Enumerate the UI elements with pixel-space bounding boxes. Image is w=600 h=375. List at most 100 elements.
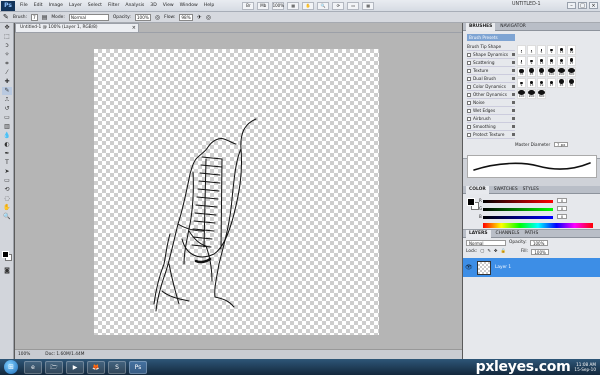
brush-tip-cell[interactable]: 9	[527, 56, 536, 66]
lock-all-icon[interactable]: 🔒	[501, 249, 506, 254]
clone-stamp-tool-icon[interactable]: ⎍	[2, 96, 12, 104]
brush-tip-cell[interactable]: 27	[567, 56, 576, 66]
3d-orbit-tool-icon[interactable]: ◌	[2, 195, 12, 203]
brush-tip-cell[interactable]: 65	[567, 78, 576, 88]
menu-3d[interactable]: 3D	[147, 0, 159, 12]
menu-filter[interactable]: Filter	[105, 0, 122, 12]
tab-brushes[interactable]: BRUSHES	[466, 22, 496, 31]
brush-tip-cell[interactable]: 65	[537, 67, 546, 77]
zoom-level-icon[interactable]: 100%	[272, 1, 285, 10]
pen-tool-icon[interactable]: ✒	[2, 150, 12, 158]
brush-tip-cell[interactable]: 35	[517, 67, 526, 77]
brush-tip-cell[interactable]: 3	[527, 45, 536, 55]
brush-tip-cell[interactable]: 13	[527, 78, 536, 88]
checkbox[interactable]	[467, 60, 471, 65]
blue-slider[interactable]	[483, 216, 553, 219]
flow-field[interactable]: 98%	[179, 13, 193, 21]
brush-tip-cell[interactable]: 300	[537, 89, 546, 99]
master-diameter-field[interactable]: 7 px	[554, 142, 569, 147]
brush-panel-toggle-icon[interactable]: ▤	[42, 14, 48, 21]
close-icon[interactable]: ×	[132, 24, 136, 32]
mode-select[interactable]: Normal	[68, 13, 109, 21]
bridge-icon[interactable]: Br	[242, 1, 255, 10]
checkbox[interactable]	[467, 124, 471, 129]
blur-tool-icon[interactable]: 💧	[2, 132, 12, 140]
brush-tip-cell[interactable]: 13	[557, 45, 566, 55]
brush-tool-icon[interactable]: ✎	[3, 13, 9, 21]
menu-analysis[interactable]: Analysis	[122, 0, 147, 12]
menu-help[interactable]: Help	[201, 0, 217, 12]
screen-mode-icon[interactable]: ▦	[362, 1, 375, 10]
color-ramp[interactable]	[483, 223, 593, 228]
lock-transparency-icon[interactable]: ▢	[480, 249, 484, 254]
move-tool-icon[interactable]: ✥	[2, 24, 12, 32]
eye-icon[interactable]: 👁	[465, 264, 473, 271]
internet-explorer-icon[interactable]: e	[24, 360, 42, 374]
minimize-button[interactable]: –	[567, 2, 576, 9]
checkbox[interactable]	[467, 92, 471, 97]
checkbox[interactable]	[467, 100, 471, 105]
tab-color[interactable]: COLOR	[466, 185, 489, 194]
brush-tip-cell[interactable]: 300	[567, 67, 576, 77]
brush-tip-cell[interactable]: 21	[557, 56, 566, 66]
brush-tip-cell[interactable]: 100	[517, 89, 526, 99]
lock-position-icon[interactable]: ✥	[494, 249, 498, 254]
foreground-color-swatch[interactable]	[2, 251, 9, 258]
rotate-view-icon[interactable]: ⟳	[332, 1, 345, 10]
brush-tip-cell[interactable]: 45	[527, 67, 536, 77]
start-button[interactable]: ⊞	[4, 360, 18, 374]
airbrush-icon[interactable]: ✈	[197, 14, 202, 21]
close-button[interactable]: ×	[589, 2, 598, 9]
blend-mode-select[interactable]: Normal	[466, 239, 506, 246]
explorer-folder-icon[interactable]: 🗁	[45, 360, 63, 374]
maximize-button[interactable]: □	[578, 2, 587, 9]
opacity-field[interactable]: 100%	[134, 13, 151, 21]
layer-opacity-field[interactable]: 100%	[529, 239, 548, 246]
tab-swatches[interactable]: SWATCHES	[494, 187, 518, 192]
media-player-icon[interactable]: ▶	[66, 360, 84, 374]
brush-tip-cell[interactable]: 19	[537, 78, 546, 88]
layer-fill-field[interactable]: 100%	[531, 248, 550, 255]
healing-tool-icon[interactable]: ✚	[2, 78, 12, 86]
3d-rotate-tool-icon[interactable]: ⟲	[2, 186, 12, 194]
layer-name[interactable]: Layer 1	[495, 265, 511, 270]
brush-tip-cell[interactable]: 100	[547, 67, 556, 77]
brush-tip-cell[interactable]: 9	[547, 45, 556, 55]
brush-tip-cell[interactable]: 17	[547, 56, 556, 66]
crop-tool-icon[interactable]: ⌗	[2, 60, 12, 68]
brush-size-picker[interactable]: 7	[31, 13, 38, 21]
layer-row[interactable]: 👁 Layer 1	[463, 258, 600, 277]
brush-tool-icon[interactable]: ✎	[2, 87, 12, 95]
checkbox[interactable]	[467, 108, 471, 113]
grid-icon[interactable]: ▦	[287, 1, 300, 10]
pressure-size-icon[interactable]: ◎	[206, 14, 211, 21]
history-brush-tool-icon[interactable]: ↺	[2, 105, 12, 113]
photoshop-taskbar-icon[interactable]: Ps	[129, 360, 147, 374]
marquee-tool-icon[interactable]: ⬚	[2, 33, 12, 41]
brush-presets-button[interactable]: Brush Presets	[467, 34, 515, 41]
hand-tool-icon[interactable]: ✋	[302, 1, 315, 10]
pressure-opacity-icon[interactable]: ◎	[155, 14, 160, 21]
menu-select[interactable]: Select	[85, 0, 105, 12]
lasso-tool-icon[interactable]: ↄ	[2, 42, 12, 50]
menu-window[interactable]: Window	[177, 0, 201, 12]
firefox-icon[interactable]: 🦊	[87, 360, 105, 374]
canvas[interactable]	[94, 49, 379, 335]
tab-paths[interactable]: PATHS	[524, 231, 538, 236]
checkbox[interactable]	[467, 76, 471, 81]
color-swatches[interactable]	[2, 251, 12, 261]
dodge-tool-icon[interactable]: ◐	[2, 141, 12, 149]
document-tab[interactable]: Untitled-1 @ 100% (Layer 1, RGB/8) ×	[15, 23, 139, 32]
mini-bridge-icon[interactable]: Mb	[257, 1, 270, 10]
checkbox[interactable]	[467, 84, 471, 89]
brush-tip-cell[interactable]: 17	[547, 78, 556, 88]
red-value[interactable]: 0	[557, 198, 567, 203]
tab-styles[interactable]: STYLES	[523, 187, 539, 192]
menu-view[interactable]: View	[160, 0, 177, 12]
foreground-color-swatch[interactable]	[467, 198, 475, 206]
brush-tip-cell[interactable]: 200	[557, 67, 566, 77]
brush-tip-cell[interactable]: 9	[517, 78, 526, 88]
clock[interactable]: 11:08 AM 15-Sep-10	[574, 362, 596, 372]
brush-tip-cell[interactable]: 1	[517, 45, 526, 55]
checkbox[interactable]	[467, 116, 471, 121]
